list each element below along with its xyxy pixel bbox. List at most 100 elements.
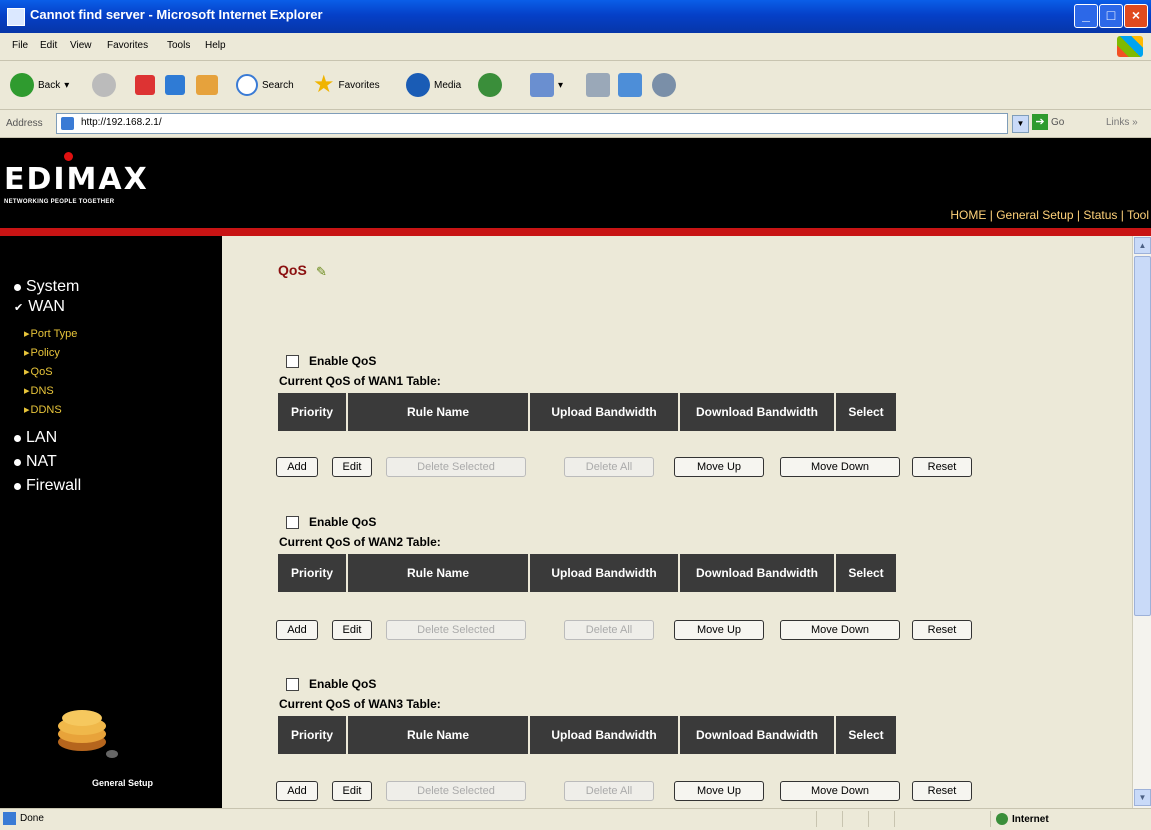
delete-selected-button[interactable]: Delete Selected: [386, 620, 526, 640]
delete-all-button[interactable]: Delete All: [564, 457, 654, 477]
move-down-button[interactable]: Move Down: [780, 457, 900, 477]
sidebar-item-firewall[interactable]: Firewall: [14, 477, 81, 495]
delete-selected-button[interactable]: Delete Selected: [386, 457, 526, 477]
top-navigation: HOME | General Setup | Status | Tool: [950, 208, 1149, 222]
sidebar-sub-dns[interactable]: DNS: [24, 384, 54, 397]
edit-button[interactable]: Edit: [332, 457, 372, 477]
sidebar-item-system[interactable]: System: [14, 278, 79, 296]
sidebar-item-wan[interactable]: ✔ WAN: [14, 298, 65, 316]
column-select: Select: [836, 554, 896, 592]
nav-separator: |: [1073, 208, 1084, 222]
enable-qos-checkbox[interactable]: [286, 354, 299, 368]
links-button[interactable]: Links »: [1106, 117, 1138, 128]
menu-view[interactable]: View: [70, 40, 92, 51]
edit-button[interactable]: Edit: [332, 620, 372, 640]
print-button[interactable]: [586, 71, 610, 99]
back-button[interactable]: Back ▾: [10, 71, 69, 99]
edit-button[interactable]: Edit: [332, 781, 372, 801]
main-content: QoS ✎ Enable QoS Current QoS of WAN1 Tab…: [222, 236, 1132, 808]
address-label: Address: [6, 118, 43, 129]
stop-button[interactable]: [135, 71, 155, 99]
security-zone: Internet: [996, 813, 1049, 825]
enable-qos-checkbox[interactable]: [286, 677, 299, 691]
menu-tools[interactable]: Tools: [167, 40, 190, 51]
nav-status[interactable]: Status: [1083, 208, 1117, 222]
column-download-bandwidth: Download Bandwidth: [680, 554, 834, 592]
scroll-down-icon[interactable]: ▼: [1134, 789, 1151, 806]
bullet-icon: [14, 482, 21, 490]
wan1-table-label: Current QoS of WAN1 Table:: [279, 374, 441, 388]
close-button[interactable]: ×: [1124, 4, 1148, 28]
go-arrow-icon: ➔: [1032, 114, 1048, 130]
add-button[interactable]: Add: [276, 620, 318, 640]
status-divider: [894, 811, 895, 827]
sidebar-sub-ddns[interactable]: DDNS: [24, 403, 62, 416]
vertical-scrollbar[interactable]: ▲ ▼: [1132, 236, 1151, 808]
scroll-up-icon[interactable]: ▲: [1134, 237, 1151, 254]
forward-button[interactable]: [92, 71, 116, 99]
media-button[interactable]: Media: [406, 71, 461, 99]
move-up-button[interactable]: Move Up: [674, 781, 764, 801]
forward-arrow-icon: [92, 73, 116, 97]
refresh-button[interactable]: [165, 71, 185, 99]
go-button[interactable]: ➔ Go: [1032, 114, 1064, 130]
menu-file[interactable]: File: [12, 40, 28, 51]
nav-tool[interactable]: Tool: [1127, 208, 1149, 222]
menu-help[interactable]: Help: [205, 40, 226, 51]
search-button[interactable]: Search: [236, 71, 294, 99]
sidebar-footer: General Setup: [92, 778, 154, 788]
column-priority: Priority: [278, 393, 346, 431]
nav-separator: |: [986, 208, 997, 222]
mail-button[interactable]: ▾: [530, 71, 563, 99]
address-value: http://192.168.2.1/: [81, 117, 162, 128]
nav-general-setup[interactable]: General Setup: [996, 208, 1073, 222]
move-up-button[interactable]: Move Up: [674, 620, 764, 640]
globe-icon: [996, 813, 1008, 825]
wan3-qos-table: Priority Rule Name Upload Bandwidth Down…: [278, 716, 896, 754]
reset-button[interactable]: Reset: [912, 620, 972, 640]
wan2-qos-table: Priority Rule Name Upload Bandwidth Down…: [278, 554, 896, 592]
wan3-table-label: Current QoS of WAN3 Table:: [279, 697, 441, 711]
sidebar-item-lan[interactable]: LAN: [14, 429, 57, 447]
home-button[interactable]: [196, 71, 218, 99]
move-down-button[interactable]: Move Down: [780, 620, 900, 640]
nav-home[interactable]: HOME: [950, 208, 986, 222]
media-label: Media: [434, 79, 462, 91]
favorites-button[interactable]: ★ Favorites: [313, 71, 380, 99]
scroll-thumb[interactable]: [1134, 256, 1151, 616]
sidebar-label: NAT: [26, 453, 57, 470]
delete-all-button[interactable]: Delete All: [564, 620, 654, 640]
edit-page-button[interactable]: [618, 71, 642, 99]
sidebar-sub-qos[interactable]: QoS: [24, 365, 53, 378]
enable-qos-wan1[interactable]: Enable QoS: [286, 354, 376, 368]
reset-button[interactable]: Reset: [912, 457, 972, 477]
menu-favorites[interactable]: Favorites: [107, 40, 148, 51]
address-dropdown-icon[interactable]: ▼: [1012, 115, 1029, 133]
move-up-button[interactable]: Move Up: [674, 457, 764, 477]
add-button[interactable]: Add: [276, 781, 318, 801]
sidebar-label: LAN: [26, 429, 58, 446]
minimize-button[interactable]: _: [1074, 4, 1098, 28]
sidebar-label: WAN: [28, 298, 65, 315]
add-button[interactable]: Add: [276, 457, 318, 477]
enable-qos-wan3[interactable]: Enable QoS: [286, 677, 376, 691]
messenger-button[interactable]: [652, 71, 676, 99]
delete-selected-button[interactable]: Delete Selected: [386, 781, 526, 801]
enable-qos-checkbox[interactable]: [286, 515, 299, 529]
delete-all-button[interactable]: Delete All: [564, 781, 654, 801]
page-status-icon: [3, 812, 16, 825]
column-select: Select: [836, 393, 896, 431]
move-down-button[interactable]: Move Down: [780, 781, 900, 801]
window-title-bar: Cannot find server - Microsoft Internet …: [0, 0, 1151, 33]
address-input[interactable]: http://192.168.2.1/: [56, 113, 1008, 134]
enable-qos-wan2[interactable]: Enable QoS: [286, 515, 376, 529]
sidebar-item-nat[interactable]: NAT: [14, 453, 57, 471]
reset-button[interactable]: Reset: [912, 781, 972, 801]
sidebar-sub-port-type[interactable]: Port Type: [24, 327, 78, 340]
enable-qos-label: Enable QoS: [309, 515, 377, 529]
maximize-button[interactable]: □: [1099, 4, 1123, 28]
sidebar-sub-policy[interactable]: Policy: [24, 346, 60, 359]
column-upload-bandwidth: Upload Bandwidth: [530, 393, 678, 431]
menu-edit[interactable]: Edit: [40, 40, 57, 51]
history-button[interactable]: [478, 71, 502, 99]
